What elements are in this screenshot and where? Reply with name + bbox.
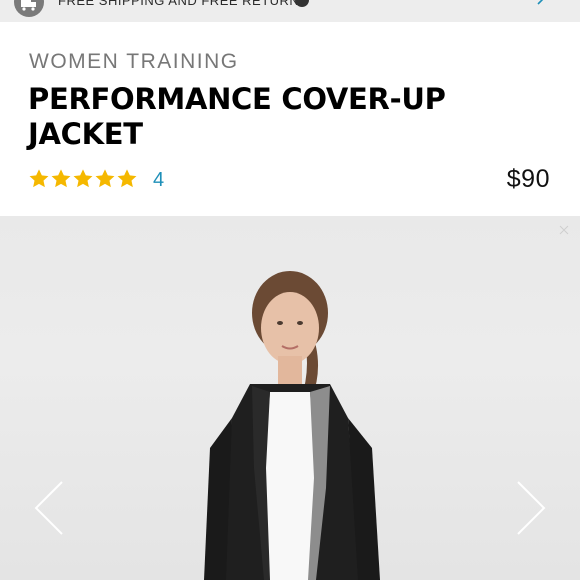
star-icon [51,169,71,188]
expand-arrows-icon[interactable] [536,0,548,6]
star-icon [117,169,137,188]
product-price: $90 [506,165,550,193]
shipping-banner[interactable]: FREE SHIPPING AND FREE RETURNS [0,0,580,22]
product-image-gallery[interactable] [0,216,580,580]
product-title: PERFORMANCE COVER-UP JACKET [28,82,446,151]
star-icon [29,169,49,188]
star-icon [95,169,115,188]
delivery-truck-icon [14,0,44,17]
product-image [204,271,380,580]
chevron-left-icon[interactable] [28,478,68,538]
review-count-link[interactable]: 4 [153,169,164,192]
star-icon [73,169,93,188]
shipping-banner-text: FREE SHIPPING AND FREE RETURNS [58,0,309,8]
star-rating[interactable] [28,166,138,192]
product-category: WOMEN TRAINING [29,50,239,73]
corner-mark-icon [559,225,569,235]
chevron-right-icon[interactable] [512,478,552,538]
